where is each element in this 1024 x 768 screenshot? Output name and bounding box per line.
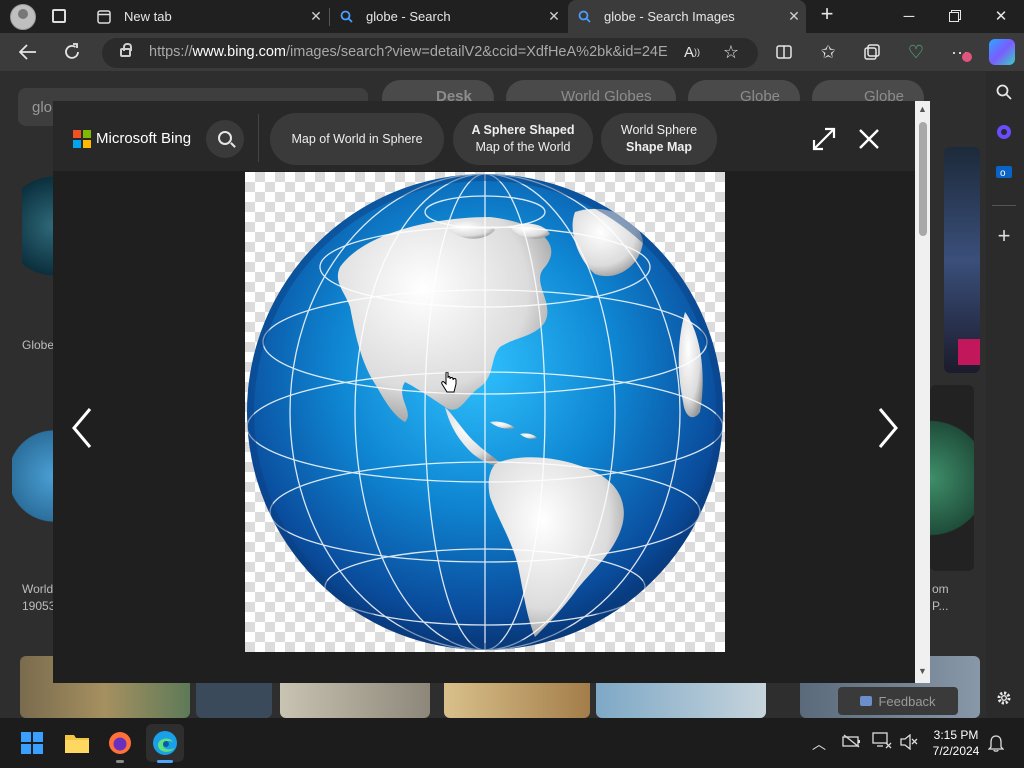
network-icon[interactable] xyxy=(872,732,892,755)
tab-close-icon[interactable]: ✕ xyxy=(542,8,566,25)
windows-start-icon[interactable] xyxy=(16,727,48,759)
related-search-chip-1[interactable]: Map of World in Sphere xyxy=(270,113,444,165)
split-screen-icon[interactable] xyxy=(770,38,798,66)
browser-essentials-icon[interactable]: ♡ xyxy=(902,38,930,66)
notification-badge xyxy=(962,52,972,62)
restore-button[interactable] xyxy=(932,0,978,32)
clock-time: 3:15 PM xyxy=(933,728,979,742)
result-caption: Globe xyxy=(22,338,55,352)
expand-icon[interactable] xyxy=(810,125,838,153)
bing-search-icon xyxy=(576,9,592,25)
sidebar-copilot-icon[interactable] xyxy=(990,118,1018,146)
battery-icon[interactable] xyxy=(842,734,862,753)
tab-close-icon[interactable]: ✕ xyxy=(782,8,806,25)
feedback-button[interactable]: Feedback xyxy=(838,687,958,715)
taskbar-clock[interactable]: 3:15 PM 7/2/2024 xyxy=(928,727,984,759)
sidebar-search-icon[interactable] xyxy=(990,78,1018,106)
read-aloud-icon[interactable]: A)) xyxy=(678,38,706,66)
close-window-button[interactable]: ✕ xyxy=(978,0,1024,32)
result-caption: 19053 xyxy=(22,599,56,613)
header-divider xyxy=(258,114,259,162)
copilot-icon[interactable] xyxy=(989,39,1015,65)
result-thumbnail[interactable] xyxy=(930,385,974,571)
result-badge xyxy=(958,339,980,365)
profile-avatar-icon[interactable] xyxy=(10,4,36,30)
related-search-chip-3[interactable]: World Sphere Shape Map xyxy=(601,113,717,165)
tab-globe-search[interactable]: globe - Search ✕ xyxy=(330,0,566,33)
refresh-icon[interactable] xyxy=(58,38,86,66)
tab-close-icon[interactable]: ✕ xyxy=(304,8,328,25)
previous-image-icon[interactable] xyxy=(68,405,98,451)
volume-muted-icon[interactable] xyxy=(900,733,918,755)
bing-brand-label[interactable]: Microsoft Bing xyxy=(96,130,191,147)
show-hidden-icons-icon[interactable]: ︿ xyxy=(812,734,826,754)
svg-text:o: o xyxy=(1000,168,1006,179)
tab-title: globe - Search xyxy=(366,9,451,24)
notifications-bell-icon[interactable] xyxy=(987,734,1005,757)
related-search-chip-2[interactable]: A Sphere Shaped Map of the World xyxy=(453,113,593,165)
file-explorer-icon[interactable] xyxy=(61,727,93,759)
active-indicator xyxy=(157,760,173,763)
scroll-up-icon[interactable]: ▲ xyxy=(918,104,927,114)
viewer-scrollbar-thumb[interactable] xyxy=(919,122,927,236)
tab-globe-search-images[interactable]: globe - Search Images ✕ xyxy=(568,0,806,33)
new-tab-button[interactable]: + xyxy=(816,3,838,26)
new-tab-icon xyxy=(96,9,112,25)
result-thumbnail[interactable] xyxy=(12,396,54,556)
tab-actions-icon[interactable] xyxy=(52,9,66,23)
sidebar-add-icon[interactable]: + xyxy=(990,222,1018,250)
minimize-button[interactable]: ─ xyxy=(886,0,932,32)
tab-new-tab[interactable]: New tab ✕ xyxy=(88,0,328,33)
favorites-icon[interactable]: ✩ xyxy=(814,38,842,66)
globe-image[interactable] xyxy=(245,172,725,652)
result-caption: P... xyxy=(932,599,949,613)
sidebar-outlook-icon[interactable]: o xyxy=(990,158,1018,186)
collections-icon[interactable] xyxy=(858,38,886,66)
sidebar-divider xyxy=(992,205,1016,206)
result-caption: World xyxy=(22,582,54,596)
favorite-star-icon[interactable]: ☆ xyxy=(717,38,745,66)
url-text[interactable]: https://www.bing.com/images/search?view=… xyxy=(149,44,669,60)
tab-title: New tab xyxy=(124,9,172,24)
next-image-icon[interactable] xyxy=(872,405,902,451)
close-viewer-icon[interactable] xyxy=(855,125,883,153)
result-caption: om xyxy=(932,582,949,596)
scroll-down-icon[interactable]: ▼ xyxy=(918,666,927,676)
lock-icon[interactable] xyxy=(120,43,132,57)
bing-search-icon xyxy=(338,9,354,25)
globe-illustration xyxy=(247,174,723,650)
viewer-search-icon[interactable] xyxy=(206,120,244,158)
feedback-icon xyxy=(860,696,873,706)
microsoft-logo-icon xyxy=(73,130,91,148)
clock-date: 7/2/2024 xyxy=(932,744,980,758)
back-icon[interactable] xyxy=(14,38,42,66)
edge-icon[interactable] xyxy=(149,727,181,759)
firefox-icon[interactable] xyxy=(104,727,136,759)
hand-cursor-icon xyxy=(441,371,457,394)
running-indicator xyxy=(116,760,124,763)
tab-title: globe - Search Images xyxy=(604,9,735,24)
sidebar-settings-icon[interactable] xyxy=(990,684,1018,712)
